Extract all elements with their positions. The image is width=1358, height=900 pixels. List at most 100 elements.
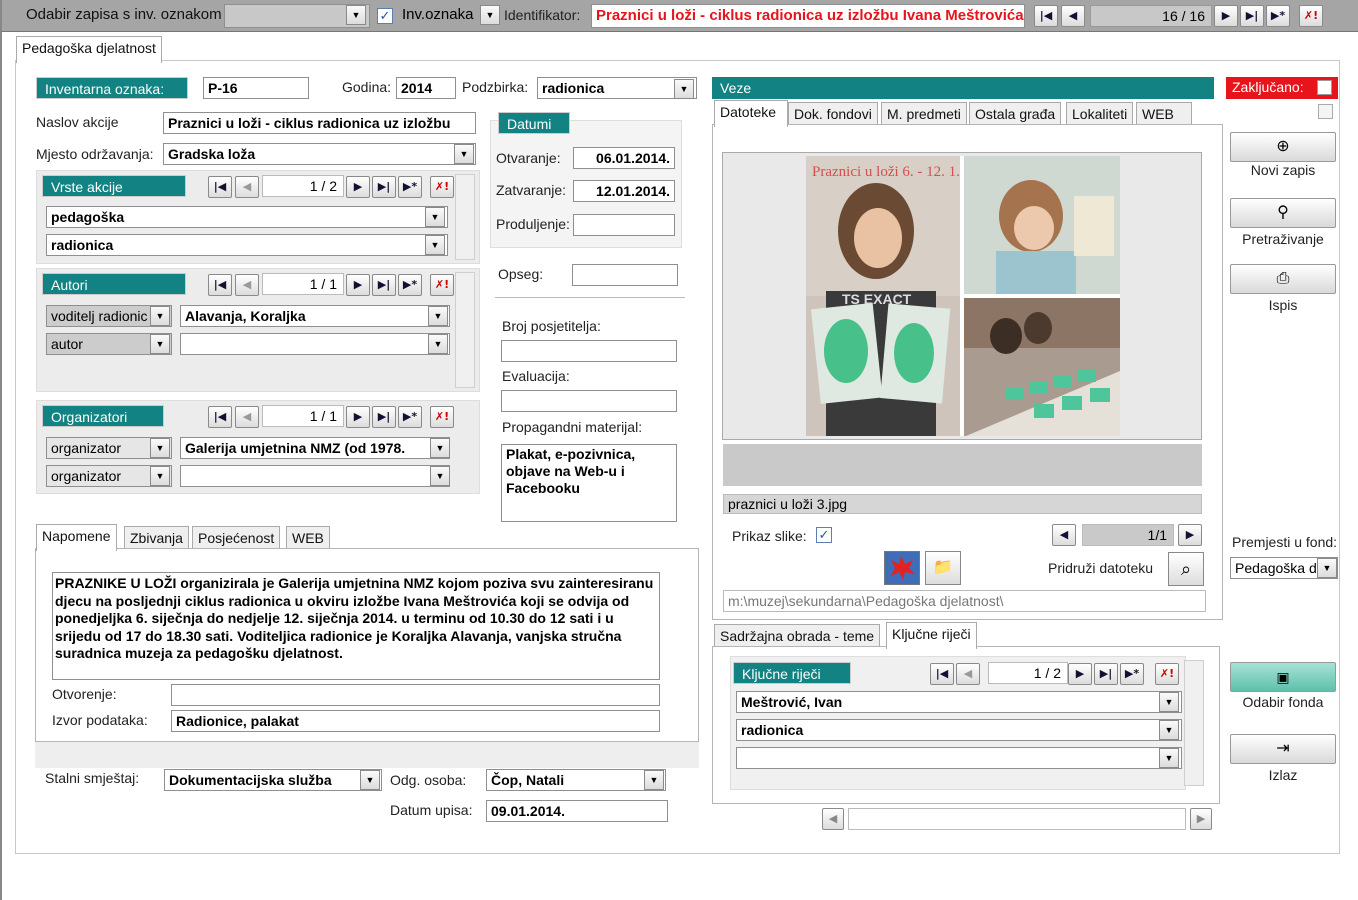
evaluacija-field[interactable]	[501, 390, 677, 412]
paint-icon[interactable]	[884, 551, 920, 585]
vrste-next-button[interactable]: ▶	[346, 176, 370, 198]
autori-role-dropdown[interactable]: ▼	[150, 334, 170, 354]
autori-name[interactable]: Alavanja, Koraljka	[180, 305, 450, 327]
podzbirka-dropdown[interactable]: ▼	[674, 79, 694, 99]
autori-next-button[interactable]: ▶	[346, 274, 370, 296]
odg-field[interactable]: Čop, Natali	[486, 769, 666, 791]
organizatori-name[interactable]	[180, 465, 450, 487]
kljucne-delete-button[interactable]: ✗!	[1155, 663, 1179, 685]
autori-delete-button[interactable]: ✗!	[430, 274, 454, 296]
kljucne-prev-button[interactable]: ◀	[956, 663, 980, 685]
vrste-item[interactable]: radionica	[46, 234, 448, 256]
tab-datoteke[interactable]: Datoteke	[714, 100, 788, 127]
organizatori-prev-button[interactable]: ◀	[235, 406, 259, 428]
autori-name-dropdown[interactable]: ▼	[428, 306, 448, 326]
izlaz-button[interactable]: ⇥	[1230, 734, 1336, 764]
autori-name[interactable]	[180, 333, 450, 355]
kljucne-item[interactable]: radionica	[736, 719, 1182, 741]
hscroll-right-button[interactable]: ▶	[1190, 808, 1212, 830]
organizatori-last-button[interactable]: ▶|	[372, 406, 396, 428]
odabir-fonda-button[interactable]: ▣	[1230, 662, 1336, 692]
kljucne-item-dropdown[interactable]: ▼	[1159, 720, 1179, 740]
vrste-prev-button[interactable]: ◀	[235, 176, 259, 198]
last-record-button[interactable]: ▶|	[1240, 5, 1264, 27]
tab-veze-web[interactable]: WEB	[1136, 102, 1192, 126]
kljucne-scrollbar[interactable]	[1184, 660, 1204, 786]
organizatori-role-dropdown[interactable]: ▼	[150, 466, 170, 486]
attach-file-icon[interactable]: 📁	[925, 551, 961, 585]
path-field[interactable]: m:\muzej\sekundarna\Pedagoška djelatnost…	[723, 590, 1206, 612]
tab-dok-fondovi[interactable]: Dok. fondovi	[788, 102, 878, 126]
kljucne-item[interactable]	[736, 747, 1182, 769]
delete-record-button[interactable]: ✗!	[1299, 5, 1323, 27]
otvorenje-field[interactable]	[171, 684, 660, 706]
autori-name-dropdown[interactable]: ▼	[428, 334, 448, 354]
organizatori-delete-button[interactable]: ✗!	[430, 406, 454, 428]
vrste-item-dropdown[interactable]: ▼	[425, 235, 445, 255]
tab-ostala-grada[interactable]: Ostala građa	[969, 102, 1062, 126]
autori-first-button[interactable]: |◀	[208, 274, 232, 296]
tab-pedagoska[interactable]: Pedagoška djelatnost	[16, 36, 162, 63]
tab-napomene[interactable]: Napomene	[36, 524, 117, 551]
zakljucano-checkbox[interactable]	[1317, 80, 1332, 95]
godina-field[interactable]: 2014	[396, 77, 456, 99]
kljucne-new-button[interactable]: ▶*	[1120, 663, 1144, 685]
zatvaranje-field[interactable]: 12.01.2014.	[573, 180, 675, 202]
odg-dropdown[interactable]: ▼	[644, 770, 664, 790]
identifikator-value[interactable]: Praznici u loži - ciklus radionica uz iz…	[591, 4, 1025, 28]
autori-last-button[interactable]: ▶|	[372, 274, 396, 296]
datum-upisa-field[interactable]: 09.01.2014.	[486, 800, 668, 822]
izvor-field[interactable]: Radionice, palakat	[171, 710, 660, 732]
vrste-item-dropdown[interactable]: ▼	[425, 207, 445, 227]
podzbirka-field[interactable]: radionica	[537, 77, 697, 99]
naslov-field[interactable]: Praznici u loži - ciklus radionica uz iz…	[163, 112, 476, 134]
tab-m-predmeti[interactable]: M. predmeti	[881, 102, 967, 126]
first-record-button[interactable]: |◀	[1034, 5, 1058, 27]
kljucne-item[interactable]: Meštrović, Ivan	[736, 691, 1182, 713]
smjestaj-dropdown[interactable]: ▼	[360, 770, 380, 790]
vrste-scrollbar[interactable]	[455, 174, 475, 260]
opseg-field[interactable]	[572, 264, 678, 286]
organizatori-name-dropdown[interactable]: ▼	[430, 438, 450, 458]
kljucne-next-button[interactable]: ▶	[1068, 663, 1092, 685]
prikaz-checkbox[interactable]: ✓	[816, 527, 832, 543]
autori-role-dropdown[interactable]: ▼	[150, 306, 170, 326]
tab-kljucne-rijeci[interactable]: Ključne riječi	[886, 622, 977, 649]
image-prev-button[interactable]: ◀	[1052, 524, 1076, 546]
vrste-first-button[interactable]: |◀	[208, 176, 232, 198]
napomene-text[interactable]: PRAZNIKE U LOŽI organizirala je Galerija…	[52, 572, 660, 680]
tab-web[interactable]: WEB	[286, 526, 330, 550]
tab-zbivanja[interactable]: Zbivanja	[124, 526, 189, 550]
tab-sadrzajna-obrada[interactable]: Sadržajna obrada - teme	[714, 624, 881, 648]
vrste-last-button[interactable]: ▶|	[372, 176, 396, 198]
smjestaj-field[interactable]: Dokumentacijska služba	[164, 769, 382, 791]
produljenje-field[interactable]	[573, 214, 675, 236]
next-record-button[interactable]: ▶	[1214, 5, 1238, 27]
organizatori-first-button[interactable]: |◀	[208, 406, 232, 428]
tab-posjecenost[interactable]: Posjećenost	[192, 526, 281, 550]
organizatori-name-dropdown[interactable]: ▼	[430, 466, 450, 486]
vrste-item[interactable]: pedagoška	[46, 206, 448, 228]
kljucne-last-button[interactable]: ▶|	[1094, 663, 1118, 685]
autori-prev-button[interactable]: ◀	[235, 274, 259, 296]
search-file-icon[interactable]: ⌕	[1168, 552, 1204, 586]
inventarna-field[interactable]: P-16	[203, 77, 309, 99]
vrste-delete-button[interactable]: ✗!	[430, 176, 454, 198]
kljucne-item-dropdown[interactable]: ▼	[1159, 748, 1179, 768]
autori-new-button[interactable]: ▶*	[398, 274, 422, 296]
organizatori-next-button[interactable]: ▶	[346, 406, 370, 428]
broj-posjetitelja-field[interactable]	[501, 340, 677, 362]
invoznaka-checkbox[interactable]: ✓	[377, 8, 393, 24]
record-select-dropdown[interactable]: ▼	[346, 5, 366, 25]
ispis-button[interactable]: ⎙	[1230, 264, 1336, 294]
novi-zapis-button[interactable]: ⊕	[1230, 132, 1336, 162]
organizatori-role-dropdown[interactable]: ▼	[150, 438, 170, 458]
prev-record-button[interactable]: ◀	[1061, 5, 1085, 27]
hscroll-left-button[interactable]: ◀	[822, 808, 844, 830]
premjesti-dropdown[interactable]: ▼	[1317, 558, 1337, 578]
autori-scrollbar[interactable]	[455, 272, 475, 388]
mjesto-field[interactable]: Gradska loža	[163, 143, 476, 165]
organizatori-name[interactable]: Galerija umjetnina NMZ (od 1978.	[180, 437, 450, 459]
pretrazivanje-button[interactable]: ⚲	[1230, 198, 1336, 228]
vrste-new-button[interactable]: ▶*	[398, 176, 422, 198]
